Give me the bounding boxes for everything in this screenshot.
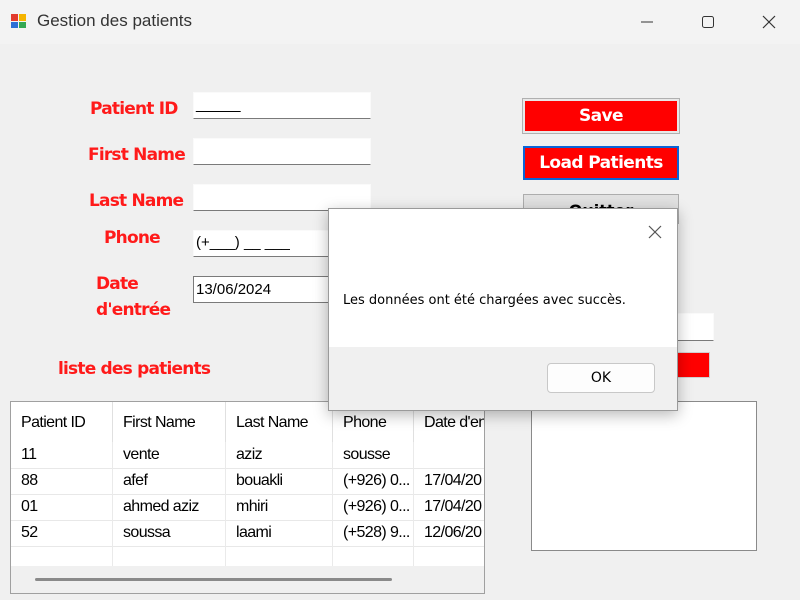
table-cell[interactable]: (+528) 9... [333, 520, 414, 546]
ok-button[interactable]: OK [547, 363, 655, 393]
dialog-footer: OK [329, 347, 677, 410]
last-name-input[interactable] [193, 184, 371, 211]
ok-button-label: OK [590, 370, 612, 386]
title-bar[interactable]: Gestion des patients [0, 0, 800, 44]
minimize-icon [641, 21, 653, 23]
save-button-label: Save [579, 106, 624, 126]
label-last-name: Last Name [89, 191, 184, 211]
table-cell[interactable]: ahmed aziz [113, 494, 226, 520]
patient-id-mask: _____ [196, 96, 241, 113]
column-header-last-name[interactable]: Last Name [226, 402, 333, 442]
table-cell[interactable]: vente [113, 442, 226, 468]
load-patients-button[interactable]: Load Patients [523, 146, 679, 180]
table-cell[interactable]: (+926) 0... [333, 494, 414, 520]
phone-mask: (+___) __ ___ [196, 234, 290, 251]
patients-listbox[interactable] [531, 401, 757, 551]
table-cell[interactable]: 17/04/20 [414, 468, 484, 494]
dialog-close-button[interactable] [641, 219, 669, 245]
scrollbar-thumb[interactable] [35, 578, 392, 581]
app-icon [10, 12, 28, 30]
date-value: 13/06/2024 [196, 281, 272, 298]
column-header-first-name[interactable]: First Name [113, 402, 226, 442]
label-patient-id: Patient ID [90, 99, 178, 119]
table-cell[interactable]: 88 [11, 468, 113, 494]
first-name-input[interactable] [193, 138, 371, 165]
table-cell[interactable]: aziz [226, 442, 333, 468]
close-icon [648, 225, 662, 239]
label-date-line1: Date [96, 274, 139, 294]
maximize-icon [702, 16, 714, 28]
table-cell[interactable]: 12/06/20 [414, 520, 484, 546]
table-cell[interactable]: (+926) 0... [333, 468, 414, 494]
patient-id-input[interactable]: _____ [193, 92, 371, 119]
list-title: liste des patients [58, 359, 211, 379]
table-cell[interactable]: sousse [333, 442, 414, 468]
load-patients-label: Load Patients [539, 153, 663, 173]
label-first-name: First Name [88, 145, 186, 165]
message-dialog: Les données ont été chargées avec succès… [328, 208, 678, 411]
table-cell[interactable]: 52 [11, 520, 113, 546]
table-cell[interactable]: soussa [113, 520, 226, 546]
save-button[interactable]: Save [522, 98, 680, 134]
table-cell[interactable]: 11 [11, 442, 113, 468]
window-title: Gestion des patients [37, 11, 192, 30]
minimize-button[interactable] [616, 0, 678, 44]
patients-grid[interactable]: Patient ID First Name Last Name Phone Da… [10, 401, 485, 594]
horizontal-scrollbar[interactable] [11, 566, 484, 593]
close-button[interactable] [738, 0, 800, 44]
label-phone: Phone [104, 228, 161, 248]
close-icon [762, 15, 776, 29]
maximize-button[interactable] [677, 0, 739, 44]
table-cell[interactable]: 01 [11, 494, 113, 520]
table-cell[interactable] [414, 442, 484, 468]
table-cell[interactable]: laami [226, 520, 333, 546]
label-date-line2: d'entrée [96, 300, 171, 320]
column-header-patient-id[interactable]: Patient ID [11, 402, 113, 442]
table-cell[interactable]: 17/04/20 [414, 494, 484, 520]
table-cell[interactable]: mhiri [226, 494, 333, 520]
table-cell[interactable]: afef [113, 468, 226, 494]
table-cell[interactable]: bouakli [226, 468, 333, 494]
dialog-message: Les données ont été chargées avec succès… [343, 293, 626, 308]
